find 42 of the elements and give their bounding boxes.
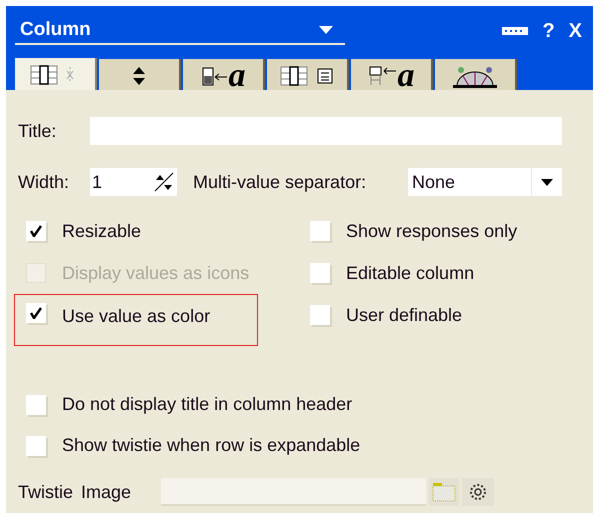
spinner-icon[interactable] xyxy=(153,172,175,192)
checkbox-label: Resizable xyxy=(62,220,142,242)
checkbox[interactable] xyxy=(310,305,330,325)
tab[interactable] xyxy=(267,59,349,92)
checkbox[interactable] xyxy=(26,221,46,241)
checkbox[interactable] xyxy=(26,303,46,323)
column-number-icon xyxy=(280,64,334,88)
tab[interactable] xyxy=(15,58,97,92)
checkbox-label: Show responses only xyxy=(346,220,518,243)
field-label: Image xyxy=(81,480,132,504)
title-font-icon xyxy=(368,64,396,88)
help-button[interactable]: ? xyxy=(542,16,555,46)
checkbox-label: Use value as color xyxy=(62,305,210,328)
panel-title-dropdown[interactable]: Column xyxy=(15,17,345,45)
tab[interactable]: a xyxy=(183,59,265,92)
checkbox-label: Show twistie when row is expandable xyxy=(62,434,360,457)
image-input[interactable] xyxy=(161,478,426,506)
letter-icon: a xyxy=(228,58,246,92)
dock-icon[interactable] xyxy=(502,27,528,35)
letter-icon: a xyxy=(398,58,414,92)
checkbox[interactable] xyxy=(310,221,330,241)
field-label: Width: xyxy=(18,170,70,194)
field-label: Multi-value separator: xyxy=(193,170,368,194)
title-input[interactable] xyxy=(90,117,562,145)
checkbox[interactable] xyxy=(310,263,330,283)
close-button[interactable]: X xyxy=(568,16,582,46)
checkbox[interactable] xyxy=(26,394,46,414)
checkbox-label: Do not display title in column header xyxy=(62,393,352,416)
gear-icon[interactable] xyxy=(462,478,494,506)
field-label: Title: xyxy=(18,120,58,142)
field-label: Twistie xyxy=(18,480,74,504)
tab[interactable]: a xyxy=(351,59,433,92)
tab[interactable] xyxy=(435,59,517,92)
checkbox[interactable] xyxy=(26,436,46,456)
checkbox-label: User definable xyxy=(346,304,462,326)
dropdown-arrow-icon xyxy=(541,178,553,186)
checkbox-label: Editable column xyxy=(346,262,474,284)
tab[interactable] xyxy=(99,59,181,92)
checkbox-label: Display values as icons xyxy=(62,262,250,285)
dropdown-arrow-icon xyxy=(319,26,333,34)
separator-dropdown[interactable]: None xyxy=(408,168,562,196)
width-input[interactable]: 1 xyxy=(90,168,177,196)
